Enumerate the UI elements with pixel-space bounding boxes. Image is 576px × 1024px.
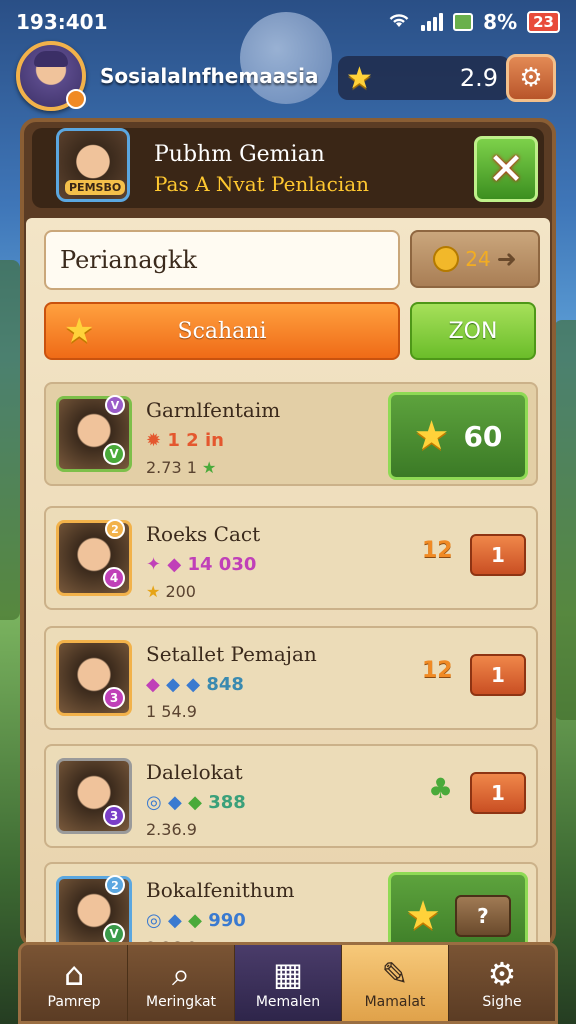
gear-icon: ⚙: [519, 63, 543, 93]
search-icon: ⌕: [172, 955, 190, 993]
score-box[interactable]: ★ ?: [388, 872, 528, 948]
status-time: 193:401: [16, 10, 108, 34]
row-corner-badge: 2: [105, 875, 125, 895]
row-avatar: 3: [56, 640, 132, 716]
status-bar: 193:401 8% 23: [0, 0, 576, 44]
score-value: 60: [463, 419, 503, 453]
row-level-badge: 3: [103, 687, 125, 709]
home-icon: ⌂: [63, 955, 85, 993]
featured-subtitle: Pas A Nvat Penlacian: [154, 172, 370, 196]
star-icon: ★: [413, 413, 450, 459]
close-icon: ✕: [487, 143, 525, 195]
coin-icon: [433, 246, 460, 272]
arrow-right-icon: ➜: [496, 245, 517, 273]
avatar-level-badge: [66, 89, 86, 109]
row-gems: ✹ 1 2 in: [146, 430, 224, 451]
player-avatar[interactable]: [16, 41, 86, 111]
row-badge: 12: [422, 538, 453, 563]
coin-arrow-button[interactable]: 24 ➜: [410, 230, 540, 288]
green-arrow-icon: ♣: [428, 772, 454, 805]
nav-edit[interactable]: ✎ Mamalat: [342, 945, 449, 1021]
row-level-badge: 3: [103, 805, 125, 827]
row-gems: ◆ ◆ ◆ 848: [146, 674, 244, 695]
signal-icon: [421, 13, 444, 31]
nav-settings[interactable]: ⚙ Sighe: [449, 945, 555, 1021]
player-row[interactable]: 2 V Bokalfenithum ◎ ◆ ◆ 990 2.26.0 ★ ?: [44, 862, 538, 948]
content-area: Perianagkk 24 ➜ ★ Scahani ZON V V Garnlf…: [26, 218, 550, 948]
book-icon: ▦: [272, 955, 304, 993]
gem-icon: ◆ ◆ ◆: [146, 674, 201, 695]
fire-icon: ✹: [146, 430, 162, 451]
row-level-badge: V: [103, 443, 125, 465]
row-name: Setallet Pemajan: [146, 642, 317, 666]
featured-title: Pubhm Gemian: [154, 142, 325, 167]
row-avatar: 2 V: [56, 875, 132, 948]
gem-icon: ◎ ◆ ◆: [146, 792, 202, 813]
rank-button[interactable]: 1: [470, 534, 526, 576]
row-avatar: V V: [56, 395, 132, 472]
row-level-badge: 4: [103, 567, 125, 589]
main-panel: PEMSBO Pubhm Gemian Pas A Nvat Penlacian…: [20, 118, 556, 948]
row-stat: 2.36.9: [146, 820, 197, 839]
row-name: Bokalfenithum: [146, 878, 295, 902]
battery-icon: 23: [527, 11, 560, 33]
rank-button[interactable]: ?: [454, 895, 511, 937]
featured-banner: PEMSBO Pubhm Gemian Pas A Nvat Penlacian…: [32, 128, 544, 208]
gem-icon: ★: [201, 458, 217, 477]
wifi-icon: [387, 10, 411, 34]
nav-home[interactable]: ⌂ Pamrep: [21, 945, 128, 1021]
join-button-label: ZON: [448, 318, 498, 344]
player-row[interactable]: 3 Setallet Pemajan ◆ ◆ ◆ 848 1 54.9 12 1: [44, 626, 538, 730]
rank-button[interactable]: 1: [470, 654, 526, 696]
row-badge: 12: [422, 658, 453, 683]
edit-icon: ✎: [381, 955, 409, 993]
row-gems: ◎ ◆ ◆ 990: [146, 910, 246, 931]
gem-icon: ◎ ◆ ◆: [146, 910, 202, 931]
sim-icon: [453, 13, 474, 31]
star-icon: ★: [146, 582, 161, 601]
row-avatar: 3: [56, 758, 132, 834]
player-row[interactable]: V V Garnlfentaim ✹ 1 2 in 2.73 1 ★ ★ 60: [44, 382, 538, 486]
settings-button[interactable]: ⚙: [506, 54, 556, 102]
row-name: Dalelokat: [146, 760, 243, 784]
bg-tree-right: [554, 320, 576, 720]
row-corner-badge: 2: [105, 519, 125, 539]
battery-text: 8%: [483, 10, 518, 34]
row-avatar: 2 4: [56, 519, 132, 596]
row-name: Garnlfentaim: [146, 398, 281, 422]
nav-book[interactable]: ▦ Memalen: [235, 945, 342, 1021]
search-value: Perianagkk: [60, 246, 197, 274]
featured-tag: PEMSBO: [65, 180, 126, 195]
top-header: Sosialalnfhemaasia ★ 2.9 ⚙: [16, 40, 560, 112]
coin-arrow-value: 24: [465, 247, 491, 271]
row-gems: ✦ ◆ 14 030: [146, 554, 257, 575]
star-icon: ★: [64, 311, 95, 351]
rank-button[interactable]: 1: [470, 772, 526, 814]
coin-counter[interactable]: ★ 2.9: [338, 56, 510, 100]
row-stat: 2.73 1 ★: [146, 458, 217, 477]
score-box[interactable]: ★ 60: [388, 392, 528, 480]
featured-avatar: PEMSBO: [56, 128, 130, 202]
row-stat: 1 54.9: [146, 702, 197, 721]
player-name: Sosialalnfhemaasia: [100, 64, 319, 88]
search-button-label: Scahani: [177, 318, 267, 344]
bottom-nav: ⌂ Pamrep ⌕ Meringkat ▦ Memalen ✎ Mamalat…: [18, 942, 558, 1024]
gem-icon: ✦ ◆: [146, 554, 182, 575]
row-stat: ★ 200: [146, 582, 196, 601]
close-button[interactable]: ✕: [474, 136, 538, 202]
star-icon: ★: [405, 893, 441, 939]
nav-search[interactable]: ⌕ Meringkat: [128, 945, 235, 1021]
star-icon: ★: [346, 60, 373, 96]
row-corner-badge: V: [105, 395, 125, 415]
search-button[interactable]: ★ Scahani: [44, 302, 400, 360]
row-gems: ◎ ◆ ◆ 388: [146, 792, 246, 813]
player-row[interactable]: 2 4 Roeks Cact ✦ ◆ 14 030 ★ 200 12 1: [44, 506, 538, 610]
coin-count: 2.9: [459, 64, 498, 92]
search-field[interactable]: Perianagkk: [44, 230, 400, 290]
bg-tree-left: [0, 260, 20, 620]
row-name: Roeks Cact: [146, 522, 261, 546]
gear-icon: ⚙: [487, 955, 517, 993]
join-button[interactable]: ZON: [410, 302, 536, 360]
player-row[interactable]: 3 Dalelokat ◎ ◆ ◆ 388 2.36.9 ♣ 1: [44, 744, 538, 848]
